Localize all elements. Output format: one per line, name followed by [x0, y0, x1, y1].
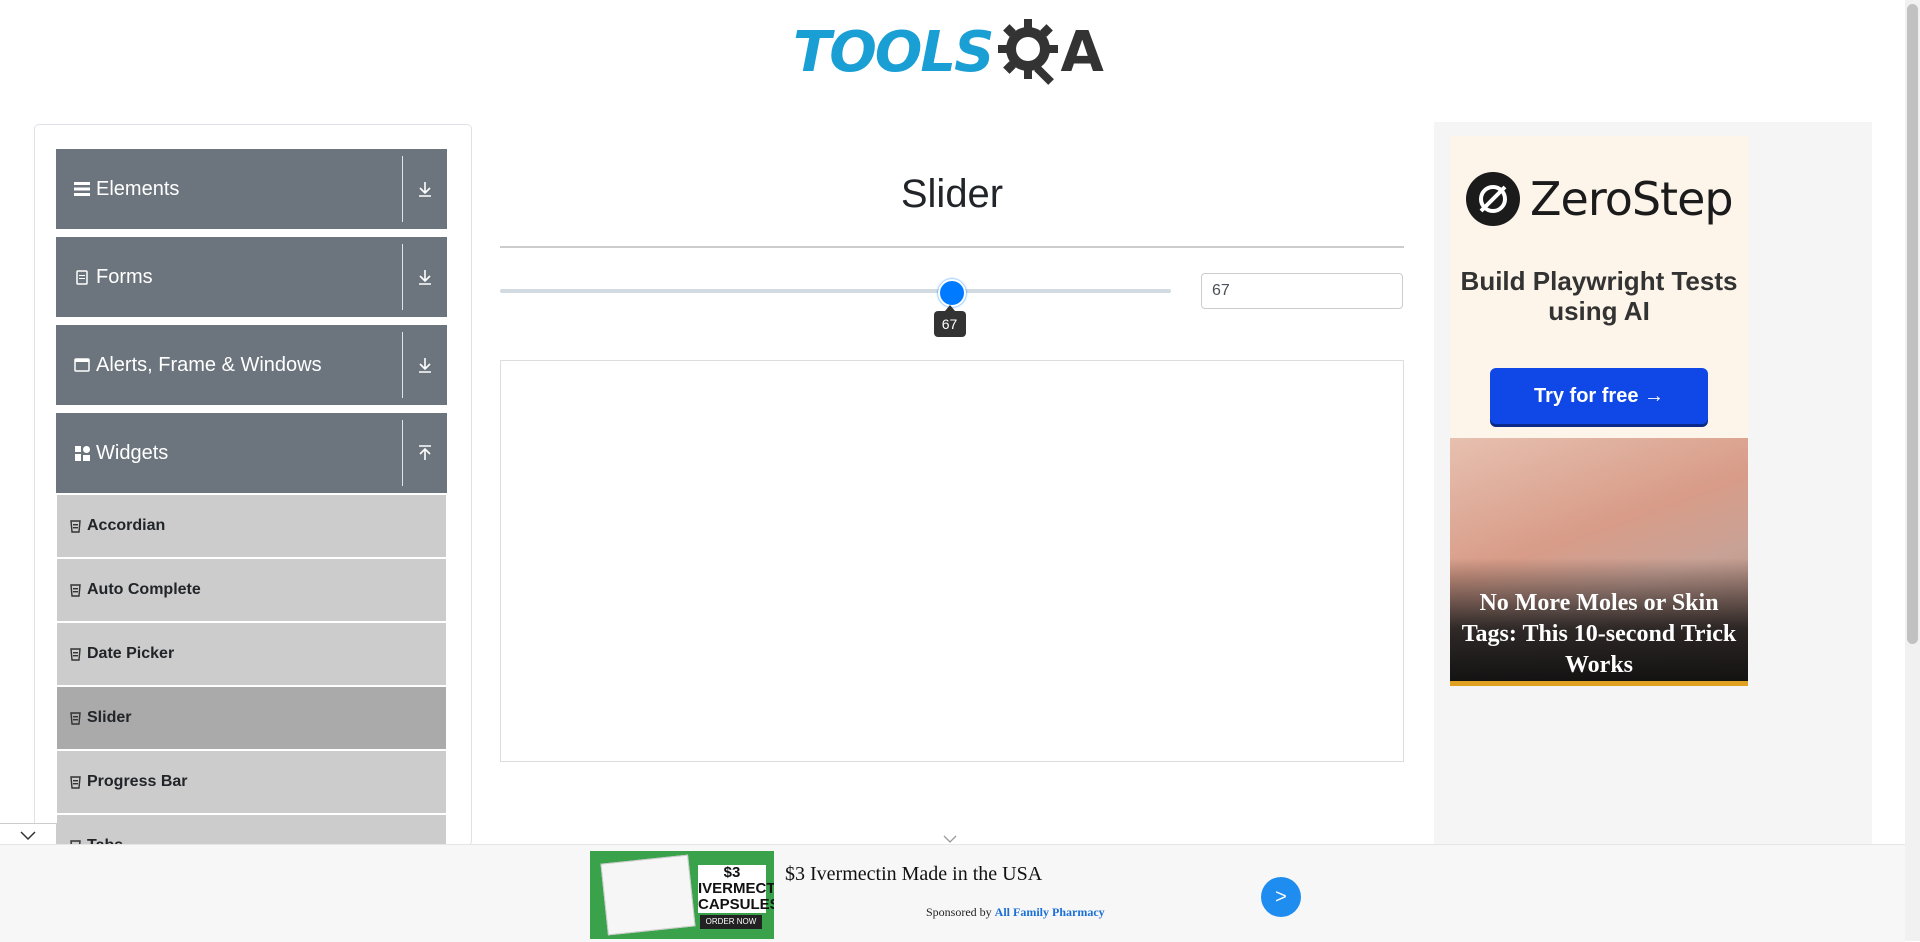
slider-value-input[interactable]: 67 — [1201, 273, 1403, 309]
try-for-free-button[interactable]: Try for free → — [1490, 368, 1708, 424]
sidebar-group-label: Widgets — [96, 441, 169, 464]
page-title: Slider — [900, 172, 1004, 216]
zerostep-logo: ZeroStep — [1466, 172, 1734, 226]
download-arrow-icon[interactable] — [403, 149, 447, 229]
divider — [402, 244, 403, 310]
mole-ad-headline: No More Moles or Skin Tags: This 10-seco… — [1461, 590, 1737, 678]
ad-sponsor: Sponsored by All Family Pharmacy — [926, 905, 1105, 920]
list-item-icon — [69, 583, 81, 597]
window-icon — [74, 357, 90, 373]
gear-magnifier-icon — [998, 19, 1059, 85]
upload-arrow-icon[interactable] — [403, 413, 447, 493]
page-scrollbar[interactable] — [1905, 0, 1920, 941]
sidebar-group-alerts[interactable]: Alerts, Frame & Windows — [56, 325, 447, 405]
ad-title[interactable]: $3 Ivermectin Made in the USA — [785, 863, 1042, 886]
sidebar-item-auto-complete[interactable]: Auto Complete — [57, 559, 446, 623]
divider — [402, 420, 403, 486]
menu-lines-icon — [74, 181, 90, 197]
mole-ad[interactable]: No More Moles or Skin Tags: This 10-seco… — [1450, 438, 1748, 686]
sidebar-item-progress-bar[interactable]: Progress Bar — [57, 751, 446, 815]
logo-suffix: A — [1060, 19, 1104, 85]
list-item-icon — [69, 775, 81, 789]
download-arrow-icon[interactable] — [403, 325, 447, 405]
sidebar-group-forms[interactable]: Forms — [56, 237, 447, 317]
sidebar-group-label: Elements — [96, 177, 180, 200]
chevron-down-icon — [20, 831, 36, 841]
site-header: TOOLS A — [0, 0, 1905, 100]
divider — [402, 332, 403, 398]
ad-go-button[interactable]: > — [1261, 877, 1301, 917]
sidebar-item-slider[interactable]: Slider — [57, 687, 446, 751]
slider-thumb[interactable] — [937, 279, 966, 307]
zerostep-brand: ZeroStep — [1530, 172, 1734, 226]
sidebar-group-elements[interactable]: Elements — [56, 149, 447, 229]
download-arrow-icon[interactable] — [403, 237, 447, 317]
list-item-icon — [69, 519, 81, 533]
toolsqa-logo[interactable]: TOOLS A — [793, 14, 1104, 90]
zerostep-icon — [1466, 172, 1520, 226]
sidebar-item-date-picker[interactable]: Date Picker — [57, 623, 446, 687]
title-divider — [500, 246, 1404, 248]
left-panel: Elements Forms Alerts, Frame & Windows W… — [34, 124, 472, 846]
ivermectin-ad-image[interactable]: $3 IVERMECTIN CAPSULES ORDER NOW — [590, 851, 774, 939]
chevron-down-icon[interactable] — [942, 834, 958, 844]
sidebar-group-label: Alerts, Frame & Windows — [96, 353, 322, 376]
sidebar-item-tabs[interactable]: Tabs — [57, 815, 446, 845]
sidebar-item-label: Date Picker — [87, 645, 175, 662]
divider — [402, 156, 403, 222]
list-item-icon — [69, 647, 81, 661]
ad-accent-bar — [1450, 681, 1748, 686]
scrollbar-thumb[interactable] — [1907, 4, 1918, 644]
product-label: $3 IVERMECTIN CAPSULES — [698, 864, 774, 913]
bottom-advertisement[interactable]: $3 IVERMECTIN CAPSULES ORDER NOW $3 Iver… — [0, 844, 1905, 942]
sidebar-group-label: Forms — [96, 265, 153, 288]
range-slider[interactable]: 67 — [500, 279, 1171, 337]
sidebar-group-widgets[interactable]: Widgets — [56, 413, 447, 493]
sidebar-item-label: Slider — [87, 709, 132, 726]
sidebar-item-label: Auto Complete — [87, 581, 201, 598]
list-item-icon — [69, 711, 81, 725]
sidebar-item-label: Progress Bar — [87, 773, 188, 790]
sponsor-link[interactable]: All Family Pharmacy — [995, 905, 1105, 919]
sponsor-prefix: Sponsored by — [926, 905, 992, 919]
sidebar-item-accordian[interactable]: Accordian — [57, 495, 446, 559]
sidebar-item-label: Accordian — [87, 517, 166, 534]
logo-text: TOOLS — [793, 19, 994, 85]
slider-tooltip: 67 — [933, 305, 966, 337]
right-advertisement[interactable]: ZeroStep Build Playwright Tests using AI… — [1434, 122, 1872, 844]
clipboard-icon — [74, 269, 90, 285]
content-frame — [500, 360, 1404, 762]
product-box — [600, 854, 696, 936]
zerostep-tagline: Build Playwright Tests using AI — [1460, 266, 1738, 326]
grid-icon — [74, 445, 90, 461]
order-now-label: ORDER NOW — [700, 915, 762, 929]
zerostep-ad[interactable]: ZeroStep Build Playwright Tests using AI… — [1450, 136, 1748, 438]
